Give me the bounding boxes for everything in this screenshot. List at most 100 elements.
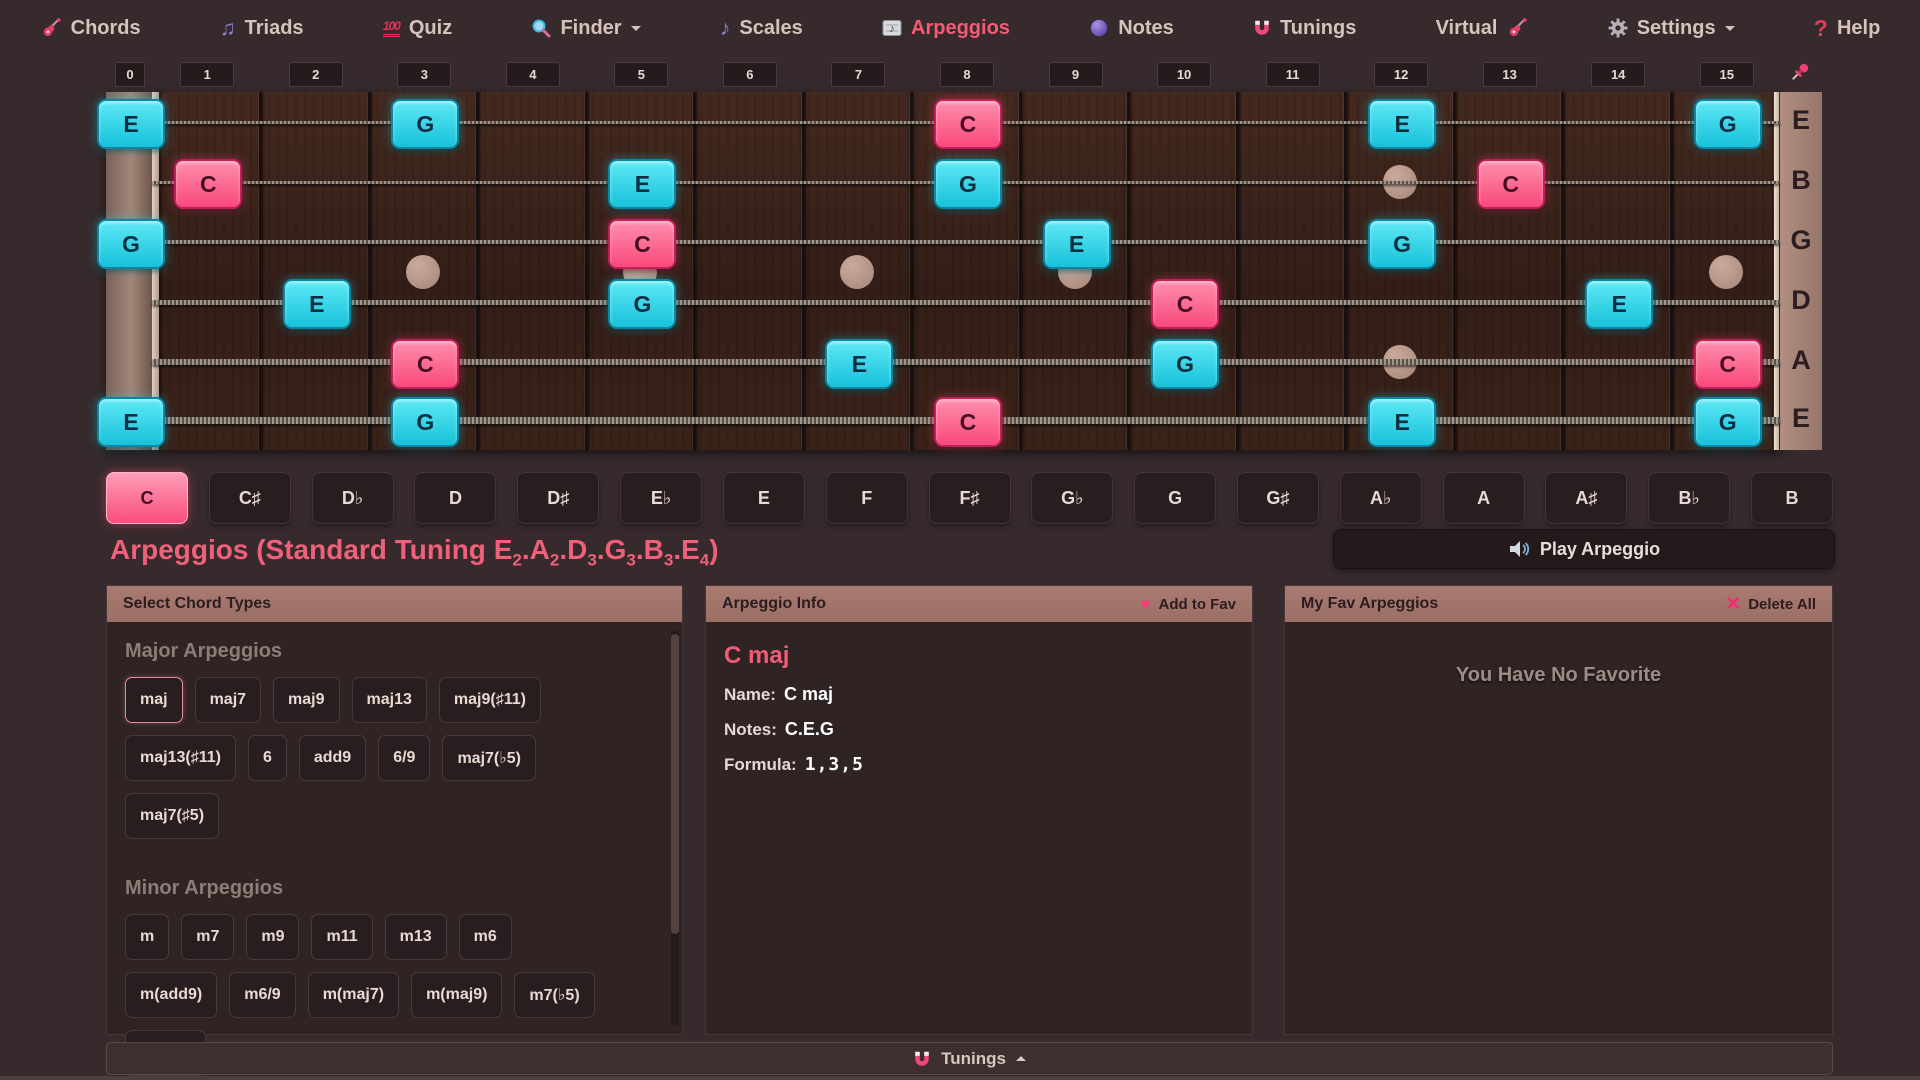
chord-type-button-6[interactable]: 6: [248, 735, 287, 781]
note-button-G[interactable]: G: [1134, 472, 1216, 524]
navbar: Chords ♫Triads 100Quiz Finder ♪Scales ♪ Arpegg…: [0, 0, 1920, 56]
chord-type-button-m13[interactable]: m13: [385, 914, 447, 960]
note-marker-e: E: [825, 339, 893, 389]
chord-types-scrollbar[interactable]: [671, 630, 679, 1026]
note-marker-e: E: [1368, 397, 1436, 447]
add-to-fav-button[interactable]: ♥ Add to Fav: [1140, 596, 1236, 613]
note-marker-g: G: [608, 279, 676, 329]
fret-wire: [693, 92, 696, 450]
nav-item-finder[interactable]: Finder: [531, 17, 640, 40]
nav-item-label: Quiz: [409, 17, 452, 40]
chord-type-button-mmaj7[interactable]: m(maj7): [308, 972, 399, 1018]
chord-type-button-m11[interactable]: m11: [311, 914, 372, 960]
chord-type-button-m6-9[interactable]: m6/9: [229, 972, 295, 1018]
fret-wire: [368, 92, 371, 450]
chord-type-button-maj13sharp11[interactable]: maj13(♯11): [125, 735, 236, 781]
chord-type-button-add9[interactable]: add9: [299, 735, 366, 781]
note-button-Eflat[interactable]: E♭: [620, 472, 702, 524]
chord-type-button-m7flat5[interactable]: m7(♭5): [514, 972, 594, 1018]
nav-item-help[interactable]: ?Help: [1814, 17, 1880, 40]
note-button-Dsharp[interactable]: D♯: [517, 472, 599, 524]
nav-item-label: Virtual: [1436, 17, 1498, 40]
chord-type-button-m7[interactable]: m7: [181, 914, 234, 960]
nav-item-chords[interactable]: Chords: [40, 17, 141, 40]
note-button-A[interactable]: A: [1443, 472, 1525, 524]
chord-type-button-mmaj9[interactable]: m(maj9): [411, 972, 502, 1018]
note-button-Bflat[interactable]: B♭: [1648, 472, 1730, 524]
bottom-edge-strip: [0, 1076, 1920, 1080]
note-button-C[interactable]: C: [106, 472, 188, 524]
svg-text:♪: ♪: [889, 23, 895, 35]
info-row: Name:C maj: [724, 684, 1234, 705]
note-button-Gsharp[interactable]: G♯: [1237, 472, 1319, 524]
nav-item-virtual[interactable]: Virtual: [1436, 17, 1529, 40]
nav-item-scales[interactable]: ♪Scales: [720, 17, 803, 40]
fret-number: 3: [397, 62, 451, 87]
chord-type-button-m9[interactable]: m9: [246, 914, 299, 960]
chord-type-button-maj[interactable]: maj: [125, 677, 183, 723]
group-heading: Minor Arpeggios: [125, 877, 664, 900]
guitar-string: [152, 300, 1780, 305]
nav-item-tunings[interactable]: Tunings: [1253, 17, 1356, 40]
note-marker-g: G: [1694, 99, 1762, 149]
chord-type-button-maj13[interactable]: maj13: [352, 677, 427, 723]
note-marker-g: G: [391, 397, 459, 447]
chord-type-button-6-9[interactable]: 6/9: [378, 735, 430, 781]
chord-type-button-m[interactable]: m: [125, 914, 169, 960]
favorites-header-label: My Fav Arpeggios: [1301, 595, 1438, 613]
chord-type-button-maj9sharp11[interactable]: maj9(♯11): [439, 677, 541, 723]
note-marker-e: E: [1585, 279, 1653, 329]
scrollbar-thumb[interactable]: [671, 634, 679, 934]
note-button-E[interactable]: E: [723, 472, 805, 524]
nav-item-settings[interactable]: Settings: [1608, 17, 1735, 40]
pin-icon[interactable]: [1788, 60, 1812, 84]
favorites-panel: My Fav Arpeggios × Delete All You Have N…: [1284, 585, 1833, 1035]
chord-type-button-maj7[interactable]: maj7: [195, 677, 261, 723]
note-button-Fsharp[interactable]: F♯: [929, 472, 1011, 524]
fret-number: 8: [940, 62, 994, 87]
note-button-Asharp[interactable]: A♯: [1545, 472, 1627, 524]
arpeggio-info-panel: Arpeggio Info ♥ Add to Fav C maj Name:C …: [705, 585, 1253, 1035]
nav-item-quiz[interactable]: 100Quiz: [383, 17, 452, 40]
note-marker-e: E: [608, 159, 676, 209]
chord-types-header-label: Select Chord Types: [123, 595, 271, 613]
chord-type-button-madd9[interactable]: m(add9): [125, 972, 217, 1018]
string-label: A: [1780, 345, 1822, 376]
note-marker-g: G: [97, 219, 165, 269]
close-icon: ×: [1726, 594, 1740, 613]
fret-wire: [1344, 92, 1347, 450]
nav-item-label: Help: [1837, 17, 1880, 40]
chord-type-button-maj7sharp5[interactable]: maj7(♯5): [125, 793, 219, 839]
note-button-Csharp[interactable]: C♯: [209, 472, 291, 524]
nav-item-notes[interactable]: Notes: [1089, 17, 1174, 40]
nav-item-triads[interactable]: ♫Triads: [220, 17, 304, 40]
inlay-dot: [1709, 255, 1743, 289]
play-arpeggio-button[interactable]: Play Arpeggio: [1333, 529, 1835, 569]
heart-icon: ♥: [1140, 596, 1150, 613]
delete-all-button[interactable]: × Delete All: [1726, 594, 1816, 613]
fret-wire: [585, 92, 588, 450]
arpeggio-name-title: C maj: [724, 642, 1234, 670]
note-button-B[interactable]: B: [1751, 472, 1833, 524]
double-note-icon: ♫: [220, 18, 236, 39]
fret-wire: [910, 92, 913, 450]
chord-types-header: Select Chord Types: [107, 586, 682, 622]
note-button-Gflat[interactable]: G♭: [1031, 472, 1113, 524]
note-marker-c: C: [1477, 159, 1545, 209]
arpeggio-info-rows: Name:C majNotes:C.E.GFormula:1,3,5: [724, 684, 1234, 775]
orb-icon: [1089, 18, 1109, 38]
note-button-Dflat[interactable]: D♭: [312, 472, 394, 524]
fret-wire: [1236, 92, 1239, 450]
chord-type-button-m6[interactable]: m6: [459, 914, 512, 960]
tunings-toggle-bar[interactable]: Tunings: [106, 1042, 1833, 1075]
tunings-toggle-label: Tunings: [941, 1049, 1006, 1069]
chord-type-button-maj9[interactable]: maj9: [273, 677, 339, 723]
nav-item-arpeggios[interactable]: ♪ Arpeggios: [882, 17, 1010, 40]
group-gap: [125, 839, 664, 873]
note-marker-c: C: [174, 159, 242, 209]
chord-type-button-maj7flat5[interactable]: maj7(♭5): [442, 735, 536, 781]
note-button-D[interactable]: D: [414, 472, 496, 524]
note-button-F[interactable]: F: [826, 472, 908, 524]
nav-item-label: Arpeggios: [911, 17, 1010, 40]
note-button-Aflat[interactable]: A♭: [1340, 472, 1422, 524]
